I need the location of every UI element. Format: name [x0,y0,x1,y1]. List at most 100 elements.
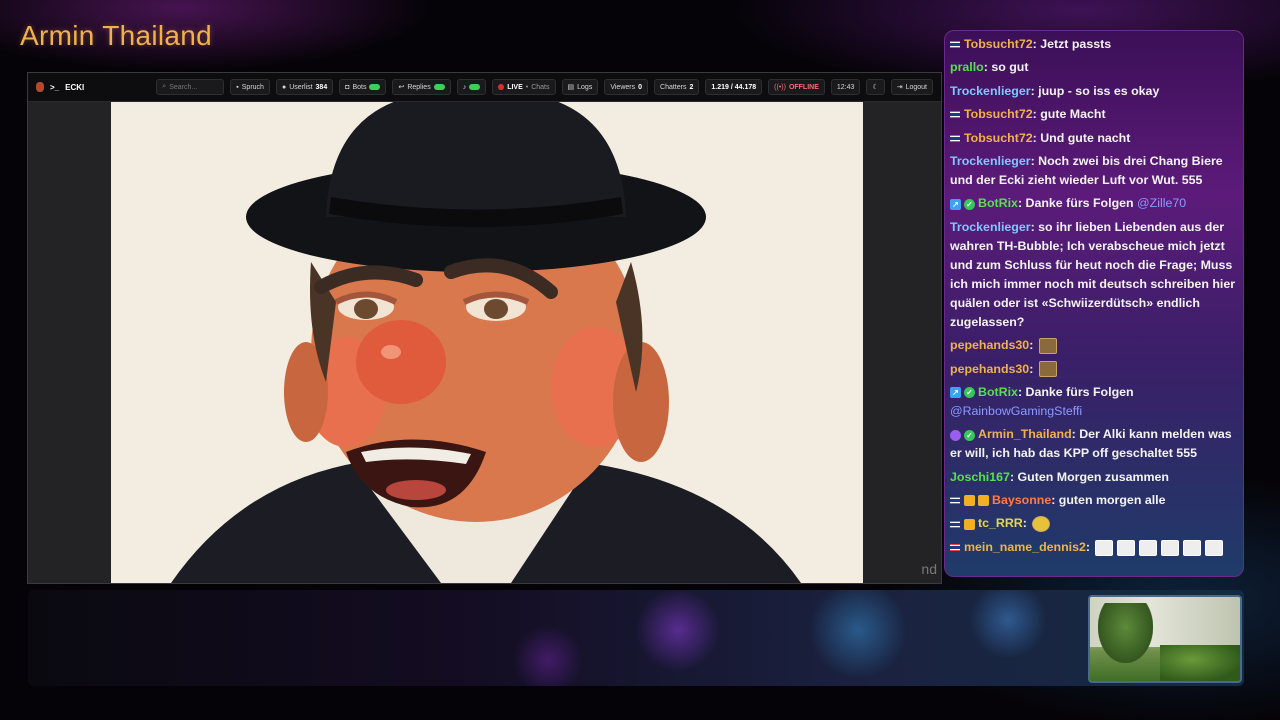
chat-message: pepehands30: [950,336,1238,355]
chat-username[interactable]: Trockenlieger [950,154,1031,168]
chat-text: : Danke fürs Folgen [1017,384,1134,399]
live-indicator-icon [498,84,505,90]
brand-label: ECKI [65,82,85,92]
thai-flag-icon [950,41,960,49]
user-icon: ● [281,83,287,91]
search-icon: ⌕ [162,83,167,90]
brand[interactable]: >_ ECKI [36,82,84,92]
userlist-count: 384 [315,83,328,91]
chat-message: Trockenlieger: juup - so iss es okay [950,82,1238,101]
chat-username[interactable]: mein_name_dennis2 [964,540,1086,554]
userlist-button[interactable]: ● Userlist 384 [275,79,334,95]
chat-message: ↗ ✓ BotRix: Danke fürs Folgen @Zille70 [950,194,1238,213]
userlist-label: Userlist [289,83,313,91]
chat-text: : Guten Morgen zusammen [1009,469,1169,484]
spruch-button[interactable]: ▪ Spruch [230,79,270,95]
chat-mention[interactable]: @RainbowGamingSteffi [950,404,1082,418]
followers-count: 1.219 / 44.178 [711,83,757,91]
replies-switch[interactable] [433,84,445,90]
emote-icon [1183,539,1202,556]
thai-flag-icon [950,134,960,142]
chat-message: Tobsucht72: Und gute nacht [950,129,1238,148]
clock: 12:43 [830,79,861,95]
chat-username[interactable]: BotRix [978,385,1018,399]
chat-message: ↗ ✓ BotRix: Danke fürs Folgen @RainbowGami… [950,383,1238,421]
search-placeholder: Search... [169,83,198,91]
chat-message: mein_name_dennis2: [950,538,1238,557]
bots-toggle[interactable]: ◘ Bots [339,79,387,95]
document-icon: ▤ [567,84,575,91]
viewers-count: 0 [638,83,643,91]
chat-username[interactable]: Joschi167 [950,470,1010,484]
clock-time: 12:43 [836,83,855,91]
chat-username[interactable]: Trockenlieger [950,220,1031,234]
chatters-count: 2 [689,83,694,91]
speech-icon: ▪ [236,83,239,91]
app-topbar: >_ ECKI ⌕ Search... ▪ Spruch ● Userlist … [28,73,941,102]
moon-icon: ☾ [872,84,879,91]
video-area[interactable]: nd [28,102,941,583]
logs-button[interactable]: ▤ Logs [561,79,599,95]
chatters-stat: Chatters 2 [654,79,700,95]
bots-switch[interactable] [369,84,381,90]
replies-toggle[interactable]: ↩ Replies [392,79,451,95]
mic-switch[interactable] [469,84,481,90]
chat-message: prallo: so gut [950,58,1238,77]
chat-username[interactable]: tc_RRR [978,516,1023,530]
bots-label: Bots [352,83,367,91]
mic-toggle[interactable]: ♪ [456,79,487,95]
thai-flag-icon [950,520,960,528]
chats-separator: • [525,83,529,91]
chat-message: Joschi167: Guten Morgen zusammen [950,468,1238,487]
chat-username[interactable]: prallo [950,60,984,74]
chat-text: : gute Macht [1032,107,1106,122]
logout-label: Logout [905,83,927,91]
chat-username[interactable]: Armin_Thailand [978,427,1072,441]
chat-text: : [1029,361,1037,376]
chat-message: ✓ Armin_Thailand: Der Alki kann melden wa… [950,425,1238,463]
thumbnail-tree [1098,603,1153,663]
emote-icon [1161,539,1180,556]
chat-username[interactable]: pepehands30 [950,362,1029,376]
chat-message: pepehands30: [950,360,1238,379]
chat-text: : Danke fürs Folgen [1017,196,1138,211]
theme-toggle[interactable]: ☾ [866,79,885,95]
video-frame-cartoon-man [111,102,863,583]
chat-panel: Tobsucht72: Jetzt passts prallo: so gut Tr… [944,30,1244,577]
chat-username[interactable]: Baysonne [992,493,1051,507]
emote-icon [1117,539,1136,556]
gold-badge-icon [964,518,975,530]
reply-icon: ↩ [398,84,405,91]
viewers-label: Viewers [610,83,636,91]
emote-icon [1038,361,1057,378]
browser-capture: >_ ECKI ⌕ Search... ▪ Spruch ● Userlist … [27,72,942,584]
search-input[interactable]: ⌕ Search... [156,79,225,95]
logout-button[interactable]: ⇥ Logout [890,79,933,95]
chat-message: Baysonne: guten morgen alle [950,491,1238,510]
emote-icon [1095,539,1114,556]
status-badge: ((•)) OFFLINE [768,79,825,95]
chat-text: : so ihr lieben Liebenden aus der wahren… [950,219,1236,329]
chat-text: : [1029,338,1037,353]
thai-flag-icon [950,544,960,552]
chat-username[interactable]: Trockenlieger [950,84,1031,98]
chat-message: Tobsucht72: Jetzt passts [950,35,1238,54]
live-chats-button[interactable]: LIVE • Chats [492,79,556,95]
verified-badge-icon: ✓ [964,387,975,399]
thai-flag-icon [950,111,960,119]
emote-icon [1032,516,1051,533]
chat-username[interactable]: pepehands30 [950,338,1029,352]
logs-label: Logs [577,83,593,91]
chats-label: Chats [531,83,550,91]
chat-username[interactable]: Tobsucht72 [964,37,1033,51]
bot-icon: ◘ [345,83,350,91]
chat-mention[interactable]: @Zille70 [1137,196,1186,210]
verified-badge-icon: ✓ [964,198,975,210]
chat-username[interactable]: Tobsucht72 [964,107,1033,121]
chat-username[interactable]: BotRix [978,196,1018,210]
bot-badge-icon: ↗ [950,198,961,210]
chatters-label: Chatters [660,83,687,91]
chat-message: Tobsucht72: gute Macht [950,105,1238,124]
chat-username[interactable]: Tobsucht72 [964,131,1033,145]
thai-flag-icon [950,497,960,505]
